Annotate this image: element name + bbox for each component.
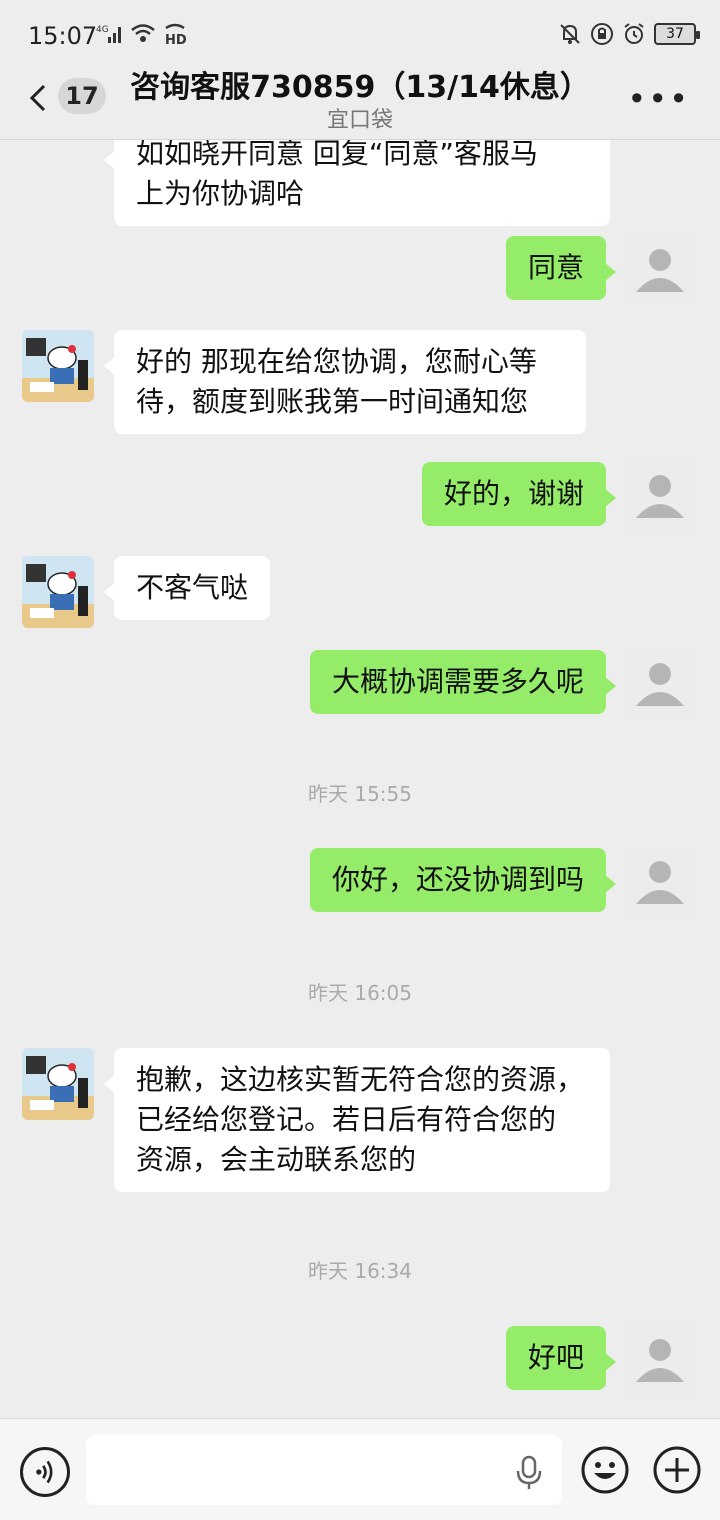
plus-icon[interactable]	[652, 1445, 702, 1495]
status-left-icons: 4G HD	[96, 22, 188, 46]
message-line: 抱歉，这边核实暂无符合您的资源，	[136, 1063, 585, 1096]
message-line: 如如晓开同意 回复“同意”客服马	[136, 140, 538, 170]
user-avatar[interactable]	[624, 648, 696, 720]
default-avatar-icon	[636, 249, 684, 292]
status-bar: 15:07 4G HD 37	[0, 0, 720, 64]
message-bubble-sent[interactable]: 你好，还没协调到吗	[309, 848, 617, 912]
user-avatar[interactable]	[624, 1324, 696, 1396]
alarm-icon	[624, 23, 644, 44]
chat-title: 咨询客服730859（13/14休息）	[130, 70, 590, 105]
message-timestamp: 昨天 16:34	[308, 1259, 412, 1283]
message-text: 好吧	[527, 1341, 584, 1374]
message-bubble-received[interactable]: 不客气哒	[103, 556, 271, 620]
mic-icon[interactable]	[514, 1455, 544, 1491]
lock-icon	[591, 23, 613, 45]
emoji-icon[interactable]	[580, 1445, 630, 1495]
chat-subtitle: 宜口袋	[326, 108, 393, 133]
message-text: 你好，还没协调到吗	[331, 863, 584, 896]
message-list[interactable]: 如如晓开同意 回复“同意”客服马 上为你协调哈 同意 好的 那现在给您协调，您耐…	[0, 140, 720, 1418]
message-text: 大概协调需要多久呢	[331, 665, 584, 698]
user-avatar[interactable]	[624, 234, 696, 306]
chat-header: 17 咨询客服730859（13/14休息） 宜口袋 •••	[0, 56, 720, 140]
input-bar	[0, 1418, 720, 1520]
message-bubble-received[interactable]: 如如晓开同意 回复“同意”客服马 上为你协调哈	[104, 140, 610, 226]
message-bubble-sent[interactable]: 好吧	[505, 1326, 617, 1390]
default-avatar-icon	[636, 663, 684, 706]
message-line: 上为你协调哈	[136, 177, 305, 210]
hello-kitty-avatar-icon	[22, 1048, 94, 1120]
message-bubble-sent[interactable]: 同意	[505, 236, 617, 300]
battery-level: 37	[666, 26, 684, 42]
message-line: 已经给您登记。若日后有符合您的	[136, 1103, 557, 1136]
message-line: 好的 那现在给您协调，您耐心等	[136, 345, 537, 378]
wifi-icon	[131, 24, 155, 42]
message-bubble-sent[interactable]: 好的，谢谢	[421, 462, 617, 526]
message-text: 好的，谢谢	[443, 477, 584, 510]
user-avatar[interactable]	[624, 460, 696, 532]
hello-kitty-avatar-icon	[22, 330, 94, 402]
agent-avatar[interactable]	[22, 330, 94, 402]
default-avatar-icon	[636, 1339, 684, 1382]
message-line: 待，额度到账我第一时间通知您	[136, 385, 529, 418]
message-bubble-received[interactable]: 好的 那现在给您协调，您耐心等 待，额度到账我第一时间通知您	[104, 330, 586, 434]
network-type-label: 4G	[96, 25, 109, 35]
mute-bell-icon	[560, 24, 580, 44]
hd-label: HD	[165, 33, 187, 46]
message-text: 同意	[527, 251, 584, 284]
battery-icon: 37	[654, 23, 700, 45]
message-line: 资源，会主动联系您的	[136, 1143, 417, 1176]
status-right-icons: 37	[558, 22, 700, 46]
hello-kitty-avatar-icon	[22, 556, 94, 628]
default-avatar-icon	[636, 475, 684, 518]
message-timestamp: 昨天 15:55	[308, 782, 412, 806]
voice-icon[interactable]	[20, 1447, 70, 1497]
message-input[interactable]	[86, 1435, 562, 1505]
agent-avatar[interactable]	[22, 1048, 94, 1120]
message-bubble-received[interactable]: 抱歉，这边核实暂无符合您的资源， 已经给您登记。若日后有符合您的 资源，会主动联…	[104, 1048, 610, 1192]
agent-avatar[interactable]	[22, 556, 94, 628]
status-time: 15:07	[28, 22, 98, 50]
user-avatar[interactable]	[624, 846, 696, 918]
default-avatar-icon	[636, 861, 684, 904]
message-text: 不客气哒	[136, 571, 249, 604]
more-options-icon[interactable]: •••	[627, 80, 690, 118]
message-bubble-sent[interactable]: 大概协调需要多久呢	[309, 650, 617, 714]
message-timestamp: 昨天 16:05	[308, 981, 412, 1005]
hd-call-icon: HD	[165, 23, 187, 46]
cellular-signal-icon: 4G	[96, 25, 121, 43]
